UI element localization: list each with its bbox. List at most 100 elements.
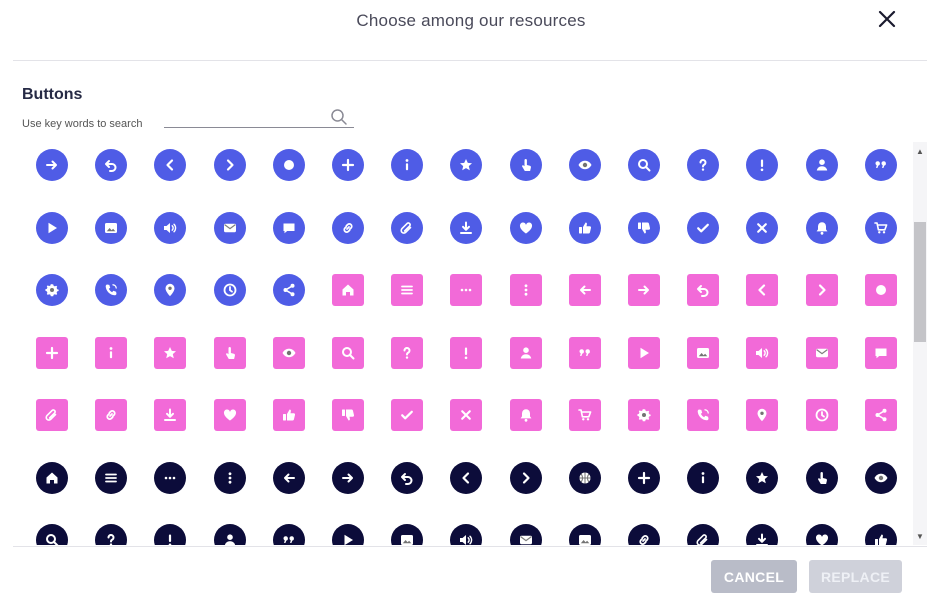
chat-icon[interactable] bbox=[273, 212, 305, 244]
quote-icon[interactable] bbox=[865, 149, 897, 181]
thumbs-up-icon[interactable] bbox=[569, 212, 601, 244]
circle-icon[interactable] bbox=[273, 149, 305, 181]
cancel-button[interactable]: CANCEL bbox=[711, 560, 797, 593]
ellipsis-vertical-icon[interactable] bbox=[214, 462, 246, 494]
plus-icon[interactable] bbox=[36, 337, 68, 369]
question-icon[interactable] bbox=[95, 524, 127, 545]
ellipsis-icon[interactable] bbox=[154, 462, 186, 494]
heart-icon[interactable] bbox=[806, 524, 838, 545]
cart-icon[interactable] bbox=[865, 212, 897, 244]
user-icon[interactable] bbox=[510, 337, 542, 369]
chat-icon[interactable] bbox=[865, 337, 897, 369]
arrow-left-icon[interactable] bbox=[569, 274, 601, 306]
location-icon[interactable] bbox=[746, 399, 778, 431]
download-icon[interactable] bbox=[450, 212, 482, 244]
star-icon[interactable] bbox=[450, 149, 482, 181]
search-icon[interactable] bbox=[332, 337, 364, 369]
ellipsis-icon[interactable] bbox=[450, 274, 482, 306]
link-icon[interactable] bbox=[332, 212, 364, 244]
chevron-right-icon[interactable] bbox=[510, 462, 542, 494]
search-input[interactable] bbox=[164, 108, 354, 128]
menu-icon[interactable] bbox=[95, 462, 127, 494]
search-icon[interactable] bbox=[330, 108, 348, 126]
heart-icon[interactable] bbox=[214, 399, 246, 431]
user-icon[interactable] bbox=[214, 524, 246, 545]
menu-icon[interactable] bbox=[391, 274, 423, 306]
home-icon[interactable] bbox=[332, 274, 364, 306]
home-icon[interactable] bbox=[36, 462, 68, 494]
basketball-icon[interactable] bbox=[569, 462, 601, 494]
heart-icon[interactable] bbox=[510, 212, 542, 244]
undo-icon[interactable] bbox=[391, 462, 423, 494]
exclamation-icon[interactable] bbox=[746, 149, 778, 181]
mail-icon[interactable] bbox=[214, 212, 246, 244]
link-icon[interactable] bbox=[95, 399, 127, 431]
image-icon[interactable] bbox=[569, 524, 601, 545]
exclamation-icon[interactable] bbox=[450, 337, 482, 369]
scroll-down-arrow-icon[interactable]: ▼ bbox=[913, 529, 927, 543]
search-icon[interactable] bbox=[36, 524, 68, 545]
phone-icon[interactable] bbox=[95, 274, 127, 306]
check-icon[interactable] bbox=[687, 212, 719, 244]
arrow-right-icon[interactable] bbox=[36, 149, 68, 181]
scroll-up-arrow-icon[interactable]: ▲ bbox=[913, 144, 927, 158]
mail-icon[interactable] bbox=[806, 337, 838, 369]
download-icon[interactable] bbox=[746, 524, 778, 545]
gear-icon[interactable] bbox=[628, 399, 660, 431]
paperclip-icon[interactable] bbox=[36, 399, 68, 431]
image-icon[interactable] bbox=[391, 524, 423, 545]
paperclip-icon[interactable] bbox=[687, 524, 719, 545]
times-icon[interactable] bbox=[746, 212, 778, 244]
volume-icon[interactable] bbox=[154, 212, 186, 244]
play-icon[interactable] bbox=[332, 524, 364, 545]
star-icon[interactable] bbox=[746, 462, 778, 494]
undo-icon[interactable] bbox=[687, 274, 719, 306]
info-icon[interactable] bbox=[95, 337, 127, 369]
eye-icon[interactable] bbox=[273, 337, 305, 369]
link-icon[interactable] bbox=[628, 524, 660, 545]
bell-icon[interactable] bbox=[510, 399, 542, 431]
check-icon[interactable] bbox=[391, 399, 423, 431]
thumbs-up-icon[interactable] bbox=[273, 399, 305, 431]
pointer-icon[interactable] bbox=[214, 337, 246, 369]
share-icon[interactable] bbox=[865, 399, 897, 431]
chevron-left-icon[interactable] bbox=[746, 274, 778, 306]
thumbs-down-icon[interactable] bbox=[628, 212, 660, 244]
pointer-icon[interactable] bbox=[510, 149, 542, 181]
paperclip-icon[interactable] bbox=[391, 212, 423, 244]
times-icon[interactable] bbox=[450, 399, 482, 431]
exclamation-icon[interactable] bbox=[154, 524, 186, 545]
chevron-right-icon[interactable] bbox=[806, 274, 838, 306]
undo-icon[interactable] bbox=[95, 149, 127, 181]
quote-icon[interactable] bbox=[273, 524, 305, 545]
close-icon[interactable] bbox=[874, 6, 900, 32]
clock-icon[interactable] bbox=[806, 399, 838, 431]
scroll-thumb[interactable] bbox=[914, 222, 926, 342]
question-icon[interactable] bbox=[687, 149, 719, 181]
cart-icon[interactable] bbox=[569, 399, 601, 431]
chevron-left-icon[interactable] bbox=[450, 462, 482, 494]
phone-icon[interactable] bbox=[687, 399, 719, 431]
volume-icon[interactable] bbox=[746, 337, 778, 369]
search-icon[interactable] bbox=[628, 149, 660, 181]
plus-icon[interactable] bbox=[628, 462, 660, 494]
play-icon[interactable] bbox=[628, 337, 660, 369]
bell-icon[interactable] bbox=[806, 212, 838, 244]
scrollbar[interactable]: ▲ ▼ bbox=[913, 142, 927, 545]
image-icon[interactable] bbox=[687, 337, 719, 369]
chevron-left-icon[interactable] bbox=[154, 149, 186, 181]
info-icon[interactable] bbox=[391, 149, 423, 181]
chevron-right-icon[interactable] bbox=[214, 149, 246, 181]
replace-button[interactable]: REPLACE bbox=[809, 560, 902, 593]
download-icon[interactable] bbox=[154, 399, 186, 431]
eye-icon[interactable] bbox=[569, 149, 601, 181]
arrow-right-icon[interactable] bbox=[628, 274, 660, 306]
star-icon[interactable] bbox=[154, 337, 186, 369]
gear-icon[interactable] bbox=[36, 274, 68, 306]
share-icon[interactable] bbox=[273, 274, 305, 306]
eye-icon[interactable] bbox=[865, 462, 897, 494]
circle-icon[interactable] bbox=[865, 274, 897, 306]
image-icon[interactable] bbox=[95, 212, 127, 244]
info-icon[interactable] bbox=[687, 462, 719, 494]
thumbs-down-icon[interactable] bbox=[332, 399, 364, 431]
